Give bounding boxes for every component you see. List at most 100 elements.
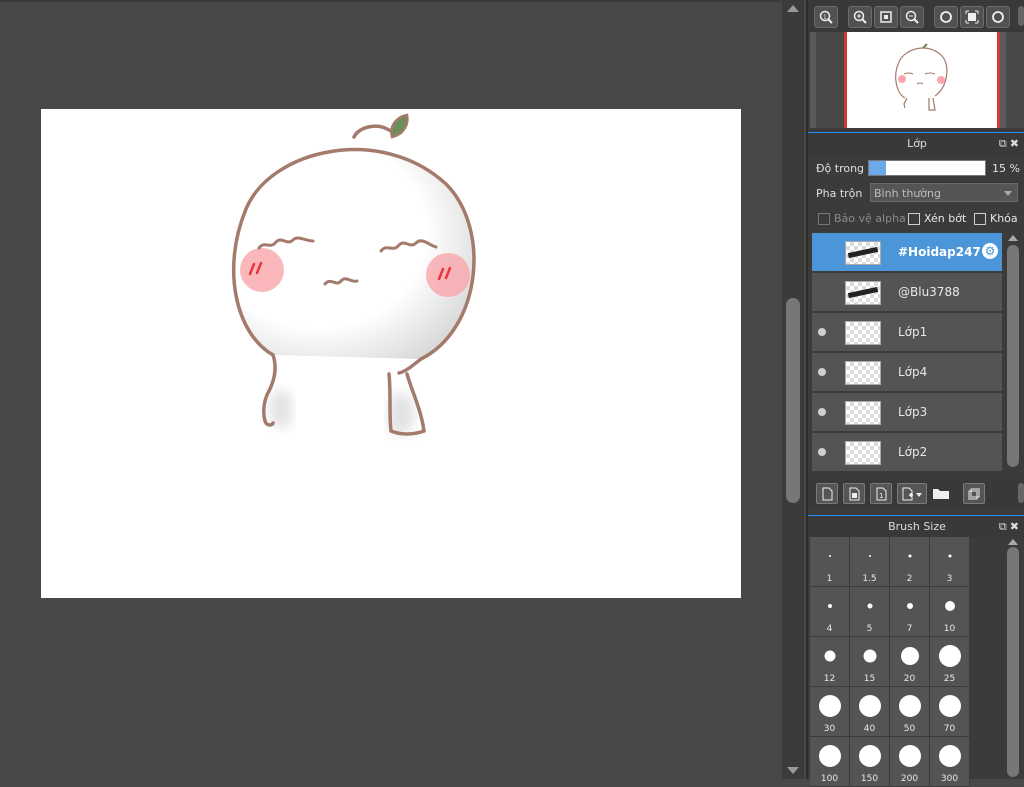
layer-thumbnail (845, 441, 881, 465)
visibility-eye-icon[interactable] (818, 328, 826, 336)
brush-size-option[interactable]: 30 (810, 687, 850, 737)
layer-row[interactable]: Lớp2 (812, 433, 1002, 473)
brush-size-option[interactable]: 200 (890, 737, 930, 787)
scrollbar-thumb[interactable] (1007, 547, 1019, 777)
layer-thumbnail-stroke (847, 246, 879, 259)
brush-size-label: 50 (903, 724, 916, 734)
close-panel-icon[interactable]: ✖ (1010, 520, 1022, 533)
rotate-left-button[interactable] (934, 6, 958, 28)
layer-row[interactable]: Lớp3 (812, 393, 1002, 433)
duplicate-layer-button[interactable] (963, 483, 985, 504)
canvas-area[interactable] (0, 0, 780, 779)
layer-list: #Hoidap247 ⚙ @Blu3788 Lớp1 Lớp4 Lớp3 Lớp… (812, 233, 1002, 475)
brush-dot-icon (827, 604, 832, 608)
zoom-in-icon (853, 10, 867, 24)
layer-row[interactable]: @Blu3788 (812, 273, 1002, 313)
checkbox-box[interactable] (974, 212, 986, 225)
new-folder-button[interactable] (931, 483, 951, 502)
brush-size-option[interactable]: 150 (850, 737, 890, 787)
brush-size-option[interactable]: 15 (850, 637, 890, 687)
detach-panel-icon[interactable]: ⧉ (999, 137, 1010, 150)
checkbox-box[interactable] (908, 212, 920, 225)
scrollbar-thumb[interactable] (1007, 245, 1019, 467)
new-layer-button[interactable] (816, 483, 838, 504)
detach-panel-icon[interactable]: ⧉ (999, 520, 1010, 533)
navigator-thumbnail-art (895, 43, 948, 111)
brush-size-option[interactable]: 5 (850, 587, 890, 637)
brush-size-option[interactable]: 300 (930, 737, 970, 787)
brush-size-option[interactable]: 100 (810, 737, 850, 787)
brush-size-option[interactable]: 70 (930, 687, 970, 737)
layer-row[interactable]: Lớp1 (812, 313, 1002, 353)
brush-size-label: 200 (900, 774, 919, 784)
brush-dot-icon (900, 647, 919, 665)
brush-size-label: 3 (946, 574, 953, 584)
layer-row[interactable]: Lớp4 (812, 353, 1002, 393)
layer-thumbnail (845, 281, 881, 305)
scroll-up-arrow-icon[interactable] (787, 5, 799, 12)
toolbar-scroll-handle[interactable] (1018, 483, 1024, 503)
layer-list-scrollbar[interactable] (1004, 233, 1022, 475)
brush-size-label: 10 (943, 624, 956, 634)
layer-name: #Hoidap247 (898, 245, 981, 259)
chevron-down-icon (1004, 191, 1012, 196)
opacity-label: Độ trong (816, 162, 865, 175)
drawing-paper[interactable] (41, 109, 741, 598)
rotate-right-button[interactable] (986, 6, 1010, 28)
zoom-out-button[interactable] (900, 6, 924, 28)
visibility-eye-icon[interactable] (818, 408, 826, 416)
brush-size-option[interactable]: 20 (890, 637, 930, 687)
reset-view-button[interactable] (960, 6, 984, 28)
opacity-slider[interactable] (868, 160, 986, 176)
brush-dot-icon (824, 650, 835, 662)
canvas-vertical-scrollbar[interactable] (782, 0, 804, 779)
add-layer-menu-button[interactable] (897, 483, 927, 504)
drawing-artwork (231, 113, 476, 436)
brush-size-option[interactable]: 4 (810, 587, 850, 637)
rotate-left-icon (940, 11, 952, 23)
zoom-in-button[interactable] (848, 6, 872, 28)
brush-size-option[interactable]: 1.5 (850, 537, 890, 587)
scroll-up-arrow-icon[interactable] (1008, 539, 1018, 545)
brush-size-option[interactable]: 1 (810, 537, 850, 587)
clipping-checkbox[interactable]: Xén bớt (908, 212, 966, 225)
lock-checkbox[interactable]: Khóa (974, 212, 1018, 225)
brush-size-option[interactable]: 50 (890, 687, 930, 737)
zoom-actual-button[interactable]: 1 (814, 6, 838, 28)
close-panel-icon[interactable]: ✖ (1010, 137, 1022, 150)
brush-size-option[interactable]: 2 (890, 537, 930, 587)
layer-thumbnail (845, 321, 881, 345)
fit-screen-button[interactable] (874, 6, 898, 28)
checkbox-box[interactable] (818, 212, 830, 225)
gear-icon[interactable]: ⚙ (982, 243, 998, 259)
brush-size-scrollbar[interactable] (1004, 537, 1022, 779)
layer-thumbnail-stroke (847, 286, 879, 299)
scroll-up-arrow-icon[interactable] (1008, 235, 1018, 241)
toolbar-scroll-handle[interactable] (1018, 6, 1024, 26)
brush-size-option[interactable]: 7 (890, 587, 930, 637)
new-halftone-layer-button[interactable] (843, 483, 865, 504)
brush-size-option[interactable]: 12 (810, 637, 850, 687)
visibility-eye-icon[interactable] (818, 448, 826, 456)
brush-size-option[interactable]: 25 (930, 637, 970, 687)
scroll-down-arrow-icon[interactable] (787, 767, 799, 774)
brush-size-panel-title: Brush Size (888, 520, 946, 533)
brush-size-option[interactable]: 40 (850, 687, 890, 737)
right-side-panel: 1 Lớp ⧉✖ Độ trong 15 % Pha trộn Bình thư… (806, 0, 1024, 787)
brush-dot-icon (868, 555, 871, 557)
brush-dot-icon (906, 603, 913, 609)
protect-alpha-checkbox[interactable]: Bảo vệ alpha (818, 212, 906, 225)
navigator-thumbnail[interactable] (844, 32, 1000, 128)
brush-size-option[interactable]: 3 (930, 537, 970, 587)
navigator-preview[interactable] (810, 32, 1024, 128)
layer-row[interactable]: #Hoidap247 ⚙ (812, 233, 1002, 273)
new-1bit-layer-icon: 1 (876, 487, 887, 500)
new-halftone-layer-icon (849, 487, 860, 500)
blend-mode-select[interactable]: Bình thường (870, 183, 1018, 202)
new-layer-icon (822, 487, 833, 500)
new-1bit-layer-button[interactable]: 1 (870, 483, 892, 504)
navigator-right-edge (1000, 32, 1006, 128)
scrollbar-thumb[interactable] (786, 298, 800, 503)
visibility-eye-icon[interactable] (818, 368, 826, 376)
brush-size-option[interactable]: 10 (930, 587, 970, 637)
